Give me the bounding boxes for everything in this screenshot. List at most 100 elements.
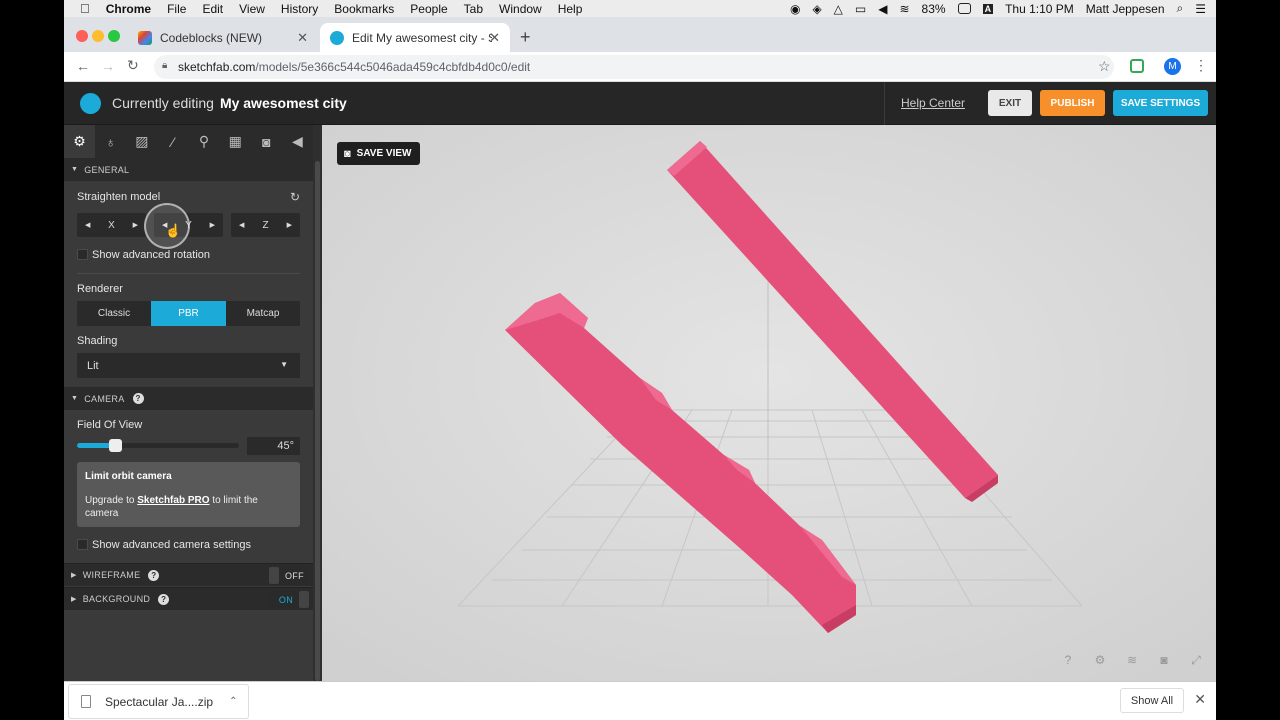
drive-icon[interactable]: △ — [834, 2, 843, 16]
toggle-state: ON — [278, 594, 293, 605]
profile-avatar[interactable]: M — [1164, 58, 1181, 75]
rotate-right-icon[interactable]: ▶ — [287, 221, 292, 229]
settings-gear-icon[interactable]: ⚙ — [1093, 653, 1107, 667]
extension-icon[interactable]: ◈ — [812, 2, 821, 16]
airplay-icon[interactable]: ▭ — [855, 2, 866, 16]
apple-menu-icon[interactable]:  — [80, 1, 90, 16]
chevron-down-icon: ▼ — [280, 360, 288, 369]
fov-value-input[interactable]: 45° — [247, 437, 300, 455]
wireframe-toggle[interactable]: OFF — [269, 567, 309, 584]
advanced-rotation-option[interactable]: Show advanced rotation — [77, 249, 210, 261]
advanced-camera-checkbox[interactable] — [77, 539, 88, 550]
spotlight-icon[interactable]: ⌕ — [1177, 1, 1184, 16]
bookmark-star-icon[interactable]: ☆ — [1098, 58, 1111, 75]
minimize-window-button[interactable] — [92, 30, 104, 42]
section-wireframe-header[interactable]: ▶ WIREFRAME ? OFF — [64, 563, 313, 586]
back-icon[interactable]: ← — [76, 58, 90, 74]
clock[interactable]: Thu 1:10 PM — [1005, 2, 1074, 16]
background-image-icon[interactable]: ▨ — [126, 125, 157, 158]
advanced-rotation-checkbox[interactable] — [77, 249, 88, 260]
chevron-up-icon[interactable]: ⌃ — [229, 696, 237, 707]
vr-icon[interactable]: ◙ — [1157, 653, 1171, 667]
menu-file[interactable]: File — [167, 2, 186, 16]
forward-icon[interactable]: → — [101, 58, 115, 74]
close-download-shelf-icon[interactable]: ✕ — [1194, 691, 1206, 708]
shading-select[interactable]: Lit ▼ — [77, 353, 300, 378]
rotate-x-control[interactable]: ◀ X ▶ — [77, 213, 146, 237]
tab-codeblocks[interactable]: Codeblocks (NEW) ✕ — [128, 23, 318, 52]
renderer-matcap-button[interactable]: Matcap — [226, 301, 300, 326]
help-icon[interactable]: ? — [158, 593, 170, 605]
input-source-icon[interactable]: A — [982, 3, 994, 14]
scene-canvas[interactable] — [322, 125, 1216, 681]
new-tab-button[interactable]: + — [520, 27, 531, 48]
help-center-link[interactable]: Help Center — [901, 96, 965, 110]
layers-icon[interactable]: ≋ — [1125, 653, 1139, 667]
fov-slider-track[interactable] — [77, 439, 239, 452]
scrollbar-thumb[interactable] — [315, 161, 320, 681]
menu-bookmarks[interactable]: Bookmarks — [334, 2, 394, 16]
zoom-window-button[interactable] — [108, 30, 120, 42]
menu-edit[interactable]: Edit — [202, 2, 223, 16]
close-tab-icon[interactable]: ✕ — [489, 30, 500, 46]
section-general-header[interactable]: ▼ GENERAL — [64, 158, 313, 181]
hand-cursor-icon: ☝ — [165, 223, 182, 238]
battery-icon[interactable] — [957, 3, 971, 14]
renderer-classic-button[interactable]: Classic — [77, 301, 151, 326]
url-bar[interactable]: 🔒︎ sketchfab.com/models/5e366c544c5046ad… — [154, 55, 1114, 79]
reload-icon[interactable]: ↻ — [127, 57, 139, 74]
wifi-icon[interactable]: ≋ — [899, 2, 909, 16]
rotate-left-icon[interactable]: ◀ — [85, 221, 90, 229]
menu-tab[interactable]: Tab — [464, 2, 483, 16]
3d-viewport[interactable]: ◙ SAVE VIEW ? ⚙ ≋ ◙ ⤢ — [322, 125, 1216, 681]
annotations-pin-icon[interactable]: ⚲ — [189, 125, 220, 158]
show-all-button[interactable]: Show All — [1120, 688, 1184, 713]
chrome-menu-icon[interactable]: ⋮ — [1194, 57, 1208, 74]
sound-speaker-icon[interactable]: ◀ — [282, 125, 313, 158]
rotate-right-icon[interactable]: ▶ — [210, 221, 215, 229]
section-camera-header[interactable]: ▼ CAMERA ? — [64, 387, 313, 410]
volume-icon[interactable]: ◀ — [878, 2, 887, 16]
menu-people[interactable]: People — [410, 2, 447, 16]
rotate-z-control[interactable]: ◀ Z ▶ — [231, 213, 300, 237]
menu-app-name[interactable]: Chrome — [106, 2, 151, 16]
fullscreen-icon[interactable]: ⤢ — [1189, 653, 1203, 667]
menu-window[interactable]: Window — [499, 2, 542, 16]
user-name[interactable]: Matt Jeppesen — [1086, 2, 1165, 16]
help-icon[interactable]: ? — [1061, 653, 1075, 667]
menu-help[interactable]: Help — [558, 2, 583, 16]
menu-history[interactable]: History — [281, 2, 318, 16]
renderer-pbr-button[interactable]: PBR — [151, 301, 226, 326]
close-tab-icon[interactable]: ✕ — [297, 30, 308, 46]
exit-button[interactable]: EXIT — [988, 90, 1032, 116]
help-icon[interactable]: ? — [148, 569, 160, 581]
advanced-camera-option[interactable]: Show advanced camera settings — [77, 539, 251, 551]
settings-gear-icon[interactable]: ⚙ — [64, 125, 96, 158]
notification-center-icon[interactable]: ☰ — [1195, 2, 1206, 16]
record-icon[interactable]: ◉ — [790, 2, 800, 16]
fov-slider-handle[interactable] — [109, 439, 123, 452]
download-item[interactable]: Spectacular Ja....zip ⌃ — [68, 684, 249, 719]
rotate-left-icon[interactable]: ◀ — [239, 221, 244, 229]
sketchfab-logo-icon[interactable] — [80, 93, 101, 114]
publish-button[interactable]: PUBLISH — [1040, 90, 1105, 116]
reset-rotation-icon[interactable]: ↻ — [290, 190, 300, 204]
extension-icon[interactable] — [1130, 59, 1144, 73]
animation-film-icon[interactable]: ▦ — [220, 125, 251, 158]
tab-title: Codeblocks (NEW) — [160, 30, 263, 45]
tab-sketchfab-edit[interactable]: Edit My awesomest city - Sketchfab ✕ — [320, 23, 510, 52]
rotate-right-icon[interactable]: ▶ — [133, 221, 138, 229]
panel-scrollbar[interactable] — [313, 125, 322, 681]
section-background-header[interactable]: ▶ BACKGROUND ? ON — [64, 587, 313, 610]
post-processing-wand-icon[interactable]: ⁄ — [157, 125, 188, 158]
help-icon[interactable]: ? — [132, 393, 144, 404]
sketchfab-pro-link[interactable]: Sketchfab PRO — [137, 495, 209, 506]
background-toggle[interactable]: ON — [269, 591, 309, 608]
lighting-bulb-icon[interactable]: ♁ — [95, 125, 126, 158]
save-settings-button[interactable]: SAVE SETTINGS — [1113, 90, 1208, 116]
menu-view[interactable]: View — [239, 2, 265, 16]
close-window-button[interactable] — [76, 30, 88, 42]
vr-headset-icon[interactable]: ◙ — [251, 125, 282, 158]
save-view-button[interactable]: ◙ SAVE VIEW — [337, 142, 420, 165]
right-letterbox — [1216, 0, 1280, 720]
